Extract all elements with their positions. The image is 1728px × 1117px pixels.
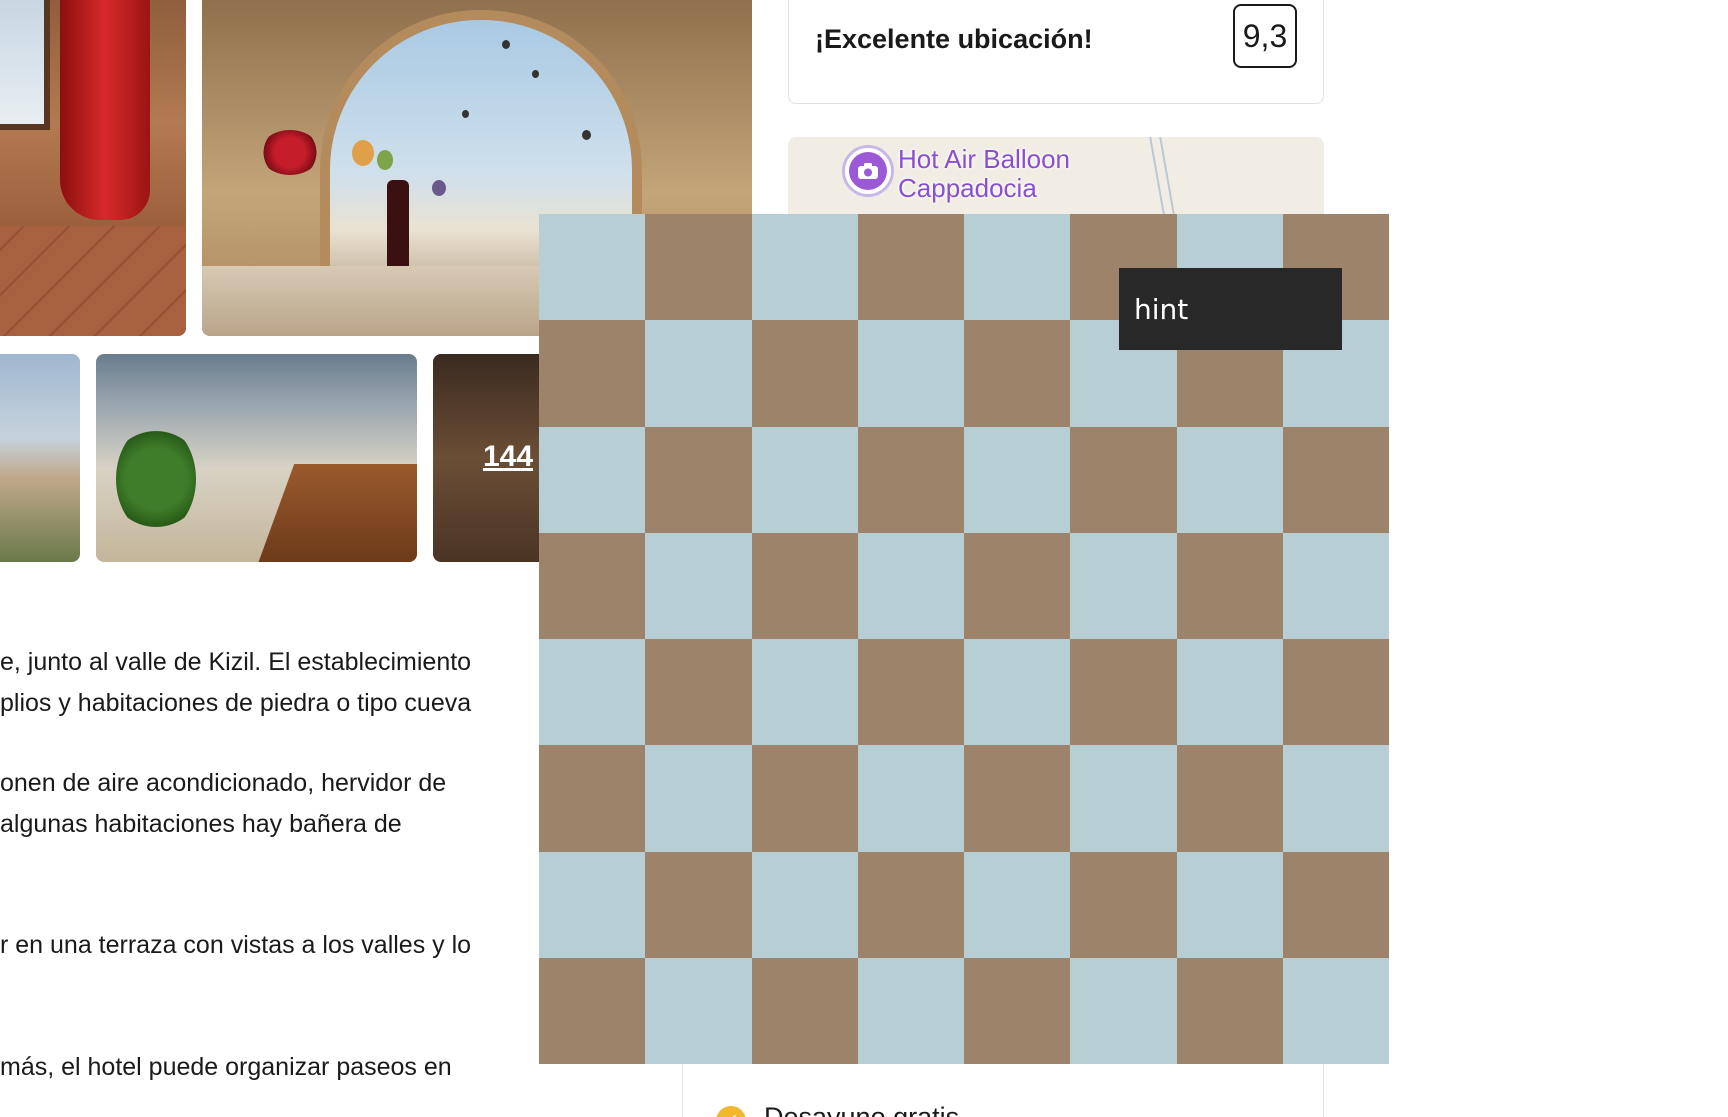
hint-label: hint	[1134, 292, 1189, 326]
board-square[interactable]	[645, 851, 752, 958]
board-square[interactable]	[857, 214, 964, 321]
camera-icon	[849, 152, 887, 190]
board-square[interactable]	[857, 851, 964, 958]
board-square[interactable]	[1282, 639, 1389, 746]
gallery-thumb-restaurant[interactable]	[96, 354, 417, 562]
description-line: onen de aire acondicionado, hervidor de	[0, 769, 447, 797]
board-square[interactable]	[539, 532, 646, 639]
board-square[interactable]	[1176, 426, 1283, 533]
board-square[interactable]	[1176, 532, 1283, 639]
board-square[interactable]	[539, 957, 646, 1064]
board-square[interactable]	[645, 214, 752, 321]
description-line: r en una terraza con vistas a los valles…	[0, 931, 472, 959]
photo-wine-bottle	[387, 180, 409, 270]
photo-curtain	[60, 0, 150, 220]
balloon-shape	[532, 70, 539, 78]
board-square[interactable]	[964, 745, 1071, 852]
photo-roses	[260, 130, 320, 175]
board-square[interactable]	[751, 320, 858, 427]
photo-plant	[116, 424, 196, 534]
board-square[interactable]	[645, 320, 752, 427]
board-square[interactable]	[751, 851, 858, 958]
board-square[interactable]	[751, 957, 858, 1064]
board-square[interactable]	[645, 957, 752, 1064]
board-square[interactable]	[645, 745, 752, 852]
board-square[interactable]	[857, 320, 964, 427]
board-square[interactable]	[645, 426, 752, 533]
board-square[interactable]	[539, 426, 646, 533]
hint-tooltip[interactable]: hint	[1119, 268, 1342, 350]
board-square[interactable]	[964, 214, 1071, 321]
board-square[interactable]	[1070, 532, 1177, 639]
board-square[interactable]	[1176, 639, 1283, 746]
location-score-card: ¡Excelente ubicación! 9,3	[788, 0, 1324, 104]
facility-breakfast-label: Desayuno gratis	[764, 1102, 960, 1117]
board-square[interactable]	[1070, 745, 1177, 852]
board-square[interactable]	[964, 320, 1071, 427]
board-square[interactable]	[1282, 957, 1389, 1064]
location-label: ¡Excelente ubicación!	[815, 24, 1093, 54]
more-photos-link[interactable]: 144	[483, 440, 533, 474]
board-square[interactable]	[1070, 426, 1177, 533]
board-square[interactable]	[857, 957, 964, 1064]
board-square[interactable]	[964, 639, 1071, 746]
board-square[interactable]	[1176, 957, 1283, 1064]
balloon-shape	[502, 40, 510, 49]
board-square[interactable]	[857, 532, 964, 639]
gallery-photo-room[interactable]	[0, 0, 186, 336]
board-square[interactable]	[539, 214, 646, 321]
photo-floor	[0, 226, 186, 336]
board-square[interactable]	[1070, 851, 1177, 958]
map-poi-label-line: Cappadocia	[898, 173, 1037, 203]
gallery-thumb-terrace[interactable]	[0, 354, 80, 562]
map-poi-label[interactable]: Hot Air Balloon Cappadocia	[898, 145, 1070, 203]
balloon-shape	[432, 180, 446, 196]
board-square[interactable]	[751, 426, 858, 533]
board-square[interactable]	[1176, 851, 1283, 958]
balloon-shape	[582, 130, 591, 140]
board-square[interactable]	[645, 639, 752, 746]
board-square[interactable]	[751, 639, 858, 746]
board-square[interactable]	[1070, 957, 1177, 1064]
board-square[interactable]	[1282, 532, 1389, 639]
board-square[interactable]	[1282, 426, 1389, 533]
board-square[interactable]	[751, 532, 858, 639]
board-square[interactable]	[964, 957, 1071, 1064]
board-square[interactable]	[645, 532, 752, 639]
map-poi-label-line: Hot Air Balloon	[898, 144, 1070, 174]
board-square[interactable]	[964, 532, 1071, 639]
board-square[interactable]	[1070, 639, 1177, 746]
camera-icon-glyph	[858, 163, 878, 179]
map-poi-pin[interactable]	[842, 145, 894, 197]
photo-window	[0, 0, 50, 130]
location-score-badge: 9,3	[1233, 4, 1297, 68]
board-square[interactable]	[751, 214, 858, 321]
board-square[interactable]	[1282, 851, 1389, 958]
board-square[interactable]	[964, 851, 1071, 958]
board-square[interactable]	[857, 745, 964, 852]
board-square[interactable]	[751, 745, 858, 852]
board-square[interactable]	[857, 426, 964, 533]
board-square[interactable]	[857, 639, 964, 746]
board-square[interactable]	[539, 851, 646, 958]
description-line: algunas habitaciones hay bañera de	[0, 810, 402, 838]
photo-buffet	[257, 464, 417, 562]
balloon-shape	[352, 140, 374, 166]
board-square[interactable]	[539, 320, 646, 427]
board-square[interactable]	[539, 745, 646, 852]
board-square[interactable]	[1282, 745, 1389, 852]
board-square[interactable]	[1176, 745, 1283, 852]
balloon-shape	[377, 150, 393, 170]
description-line: e, junto al valle de Kizil. El estableci…	[0, 648, 472, 676]
description-line: más, el hotel puede organizar paseos en	[0, 1053, 452, 1081]
description-line: plios y habitaciones de piedra o tipo cu…	[0, 689, 472, 717]
board-square[interactable]	[539, 639, 646, 746]
board-square[interactable]	[964, 426, 1071, 533]
balloon-shape	[462, 110, 469, 118]
